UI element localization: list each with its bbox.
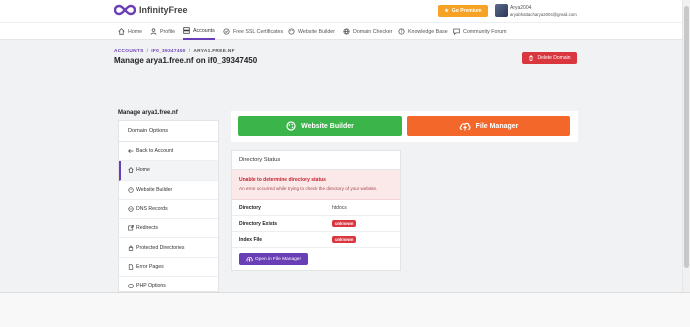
nav-item-free-ssl[interactable]: Free SSL Certificates: [223, 23, 283, 40]
home-icon: [118, 28, 125, 35]
directory-status-card: Directory Status Unable to determine dir…: [231, 150, 401, 271]
domain-options-sidebar: Domain Options Back to Account Home Webs…: [118, 120, 219, 292]
open-in-file-manager-label: Open in File Manager: [254, 256, 302, 262]
user-email: aryabhattacharya2004@gmail.com: [510, 12, 577, 17]
svg-text:?: ?: [400, 29, 402, 34]
delete-domain-label: Delete Domain: [537, 55, 571, 61]
palette-icon: [286, 121, 296, 131]
sidebar-label: DNS Records: [136, 206, 168, 213]
user-icon: [150, 28, 157, 35]
sidebar-item-dns-records[interactable]: DNS Records: [119, 200, 218, 220]
nav-item-home[interactable]: Home: [118, 23, 142, 40]
row-label: Directory: [239, 204, 261, 211]
sidebar-label: Error Pages: [136, 263, 164, 270]
nav-label-profile: Profile: [160, 28, 176, 35]
brand-name: InfinityFree: [139, 5, 188, 15]
nav-item-knowledge-base[interactable]: ? Knowledge Base: [398, 23, 448, 40]
redirect-icon: [128, 225, 134, 231]
brand-logo[interactable]: InfinityFree: [114, 4, 188, 16]
user-name[interactable]: Arya2004: [510, 5, 531, 11]
avatar[interactable]: [495, 4, 508, 17]
palette-icon: [128, 187, 134, 193]
server-icon: [183, 27, 190, 34]
page-title: Manage arya1.free.nf on if0_39347450: [114, 56, 258, 65]
file-manager-button[interactable]: File Manager: [407, 116, 570, 136]
cloud-upload-icon: [459, 121, 471, 131]
palette-icon: [288, 28, 295, 35]
file-manager-label: File Manager: [475, 122, 519, 130]
vertical-scrollbar[interactable]: [682, 0, 690, 292]
alert-message: An error occurred while trying to check …: [239, 186, 378, 191]
sidebar-label: PHP Options: [136, 283, 166, 290]
sidebar-label: Protected Directories: [136, 244, 185, 251]
nav-item-community-forum[interactable]: Community Forum: [453, 23, 507, 40]
nav-label-accounts: Accounts: [193, 27, 215, 34]
bottom-strip: [0, 292, 690, 327]
table-row: Directory htdocs: [232, 200, 400, 216]
sidebar-label: Website Builder: [136, 186, 173, 193]
nav-label-community-forum: Community Forum: [463, 28, 507, 35]
open-in-file-manager-button[interactable]: Open in File Manager: [239, 253, 308, 265]
delete-domain-button[interactable]: Delete Domain: [522, 52, 577, 64]
lock-icon: [128, 245, 134, 251]
scrollbar-thumb[interactable]: [684, 6, 689, 268]
breadcrumb-accounts[interactable]: ACCOUNTS: [114, 49, 144, 54]
dns-icon: [128, 206, 134, 212]
nav-item-website-builder[interactable]: Website Builder: [288, 23, 335, 40]
sidebar-item-protected-directories[interactable]: Protected Directories: [119, 238, 218, 258]
main-nav: Home Profile Accounts Free SSL Certifica…: [0, 22, 682, 40]
breadcrumb-separator: /: [188, 49, 191, 54]
go-premium-label: Go Premium: [451, 8, 482, 14]
nav-label-domain-checker: Domain Checker: [353, 28, 393, 35]
alert-title: Unable to determine directory status: [239, 177, 326, 183]
nav-label-knowledge-base: Knowledge Base: [408, 28, 448, 35]
infinity-icon: [114, 4, 136, 16]
nav-item-profile[interactable]: Profile: [150, 23, 175, 40]
sidebar-label: Back to Account: [136, 148, 174, 155]
question-icon: ?: [398, 28, 405, 35]
row-value: htdocs: [332, 204, 347, 211]
sidebar-item-website-builder[interactable]: Website Builder: [119, 181, 218, 200]
breadcrumb-separator: /: [146, 49, 149, 54]
nav-label-home: Home: [128, 28, 143, 35]
nav-label-website-builder: Website Builder: [298, 28, 335, 35]
sidebar-item-back-to-account[interactable]: Back to Account: [119, 142, 218, 162]
sidebar-label: Home: [136, 167, 150, 174]
row-label: Directory Exists: [239, 220, 278, 227]
trash-icon: [528, 55, 534, 61]
certificate-icon: [223, 28, 230, 35]
breadcrumb-account[interactable]: IF0_39347450: [151, 49, 186, 54]
sidebar-item-redirects[interactable]: Redirects: [119, 219, 218, 239]
go-premium-button[interactable]: ★ Go Premium: [438, 5, 488, 17]
breadcrumb-current: ARYA1.FREE.NF: [193, 49, 235, 54]
file-icon: [128, 264, 134, 270]
website-builder-button[interactable]: Website Builder: [238, 116, 402, 136]
home-icon: [128, 167, 134, 174]
php-icon: [128, 283, 134, 289]
star-icon: ★: [444, 8, 449, 14]
table-row: Index File unknown: [232, 232, 400, 248]
back-icon: [128, 148, 134, 154]
sidebar-title: Manage arya1.free.nf: [118, 110, 178, 116]
sidebar-item-php-options[interactable]: PHP Options: [119, 277, 218, 291]
nav-item-domain-checker[interactable]: Domain Checker: [343, 23, 392, 40]
chat-icon: [453, 28, 460, 35]
directory-status-alert: Unable to determine directory status An …: [232, 170, 400, 200]
cloud-upload-icon: [246, 256, 253, 262]
top-header: InfinityFree ★ Go Premium Arya2004 aryab…: [0, 0, 682, 22]
website-builder-label: Website Builder: [301, 122, 354, 130]
breadcrumb: ACCOUNTS / IF0_39347450/ARYA1.FREE.NF: [114, 49, 235, 54]
nav-item-accounts[interactable]: Accounts: [183, 23, 215, 40]
sidebar-item-error-pages[interactable]: Error Pages: [119, 258, 218, 278]
nav-label-free-ssl: Free SSL Certificates: [233, 28, 284, 35]
status-badge: unknown: [332, 236, 357, 243]
sidebar-label: Redirects: [136, 225, 158, 232]
table-row: Directory Exists unknown: [232, 216, 400, 232]
status-badge: unknown: [332, 220, 357, 227]
row-label: Index File: [239, 236, 263, 243]
sidebar-item-home[interactable]: Home: [119, 161, 218, 181]
sidebar-section-title: Domain Options: [119, 121, 218, 142]
globe-icon: [343, 28, 350, 35]
directory-status-title: Directory Status: [232, 151, 400, 170]
